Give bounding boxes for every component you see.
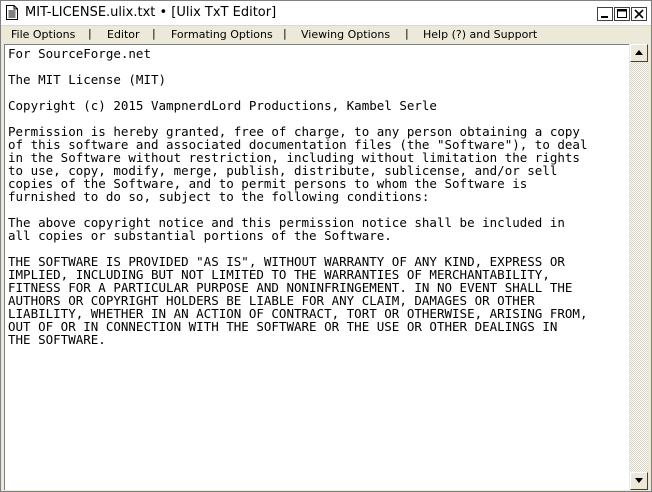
vertical-scrollbar[interactable] [630,44,648,490]
menu-separator: | [405,27,409,40]
maximize-button[interactable] [614,7,630,21]
scroll-track[interactable] [630,62,648,472]
menu-editor[interactable]: Editor [107,28,140,41]
window-title: MIT-LICENSE.ulix.txt • [Ulix TxT Editor] [25,5,277,20]
menu-formating-options[interactable]: Formating Options [171,28,273,41]
document-text[interactable]: For SourceForge.net The MIT License (MIT… [5,45,629,346]
close-button[interactable] [631,7,647,21]
minimize-button[interactable] [597,7,613,21]
document-icon [6,5,18,20]
menu-viewing-options[interactable]: Viewing Options [301,28,390,41]
menu-separator: | [152,27,156,40]
scroll-down-button[interactable] [630,472,648,490]
menu-file-options[interactable]: File Options [11,28,75,41]
menu-separator: | [88,27,92,40]
editor-window: MIT-LICENSE.ulix.txt • [Ulix TxT Editor]… [0,0,652,492]
title-bar[interactable]: MIT-LICENSE.ulix.txt • [Ulix TxT Editor] [1,1,651,26]
menu-bar: File Options | Editor | Formating Option… [1,26,651,44]
scroll-up-button[interactable] [630,44,648,62]
text-editor-area[interactable]: For SourceForge.net The MIT License (MIT… [4,44,629,490]
menu-separator: | [283,27,287,40]
menu-help-and-support[interactable]: Help (?) and Support [423,28,537,41]
